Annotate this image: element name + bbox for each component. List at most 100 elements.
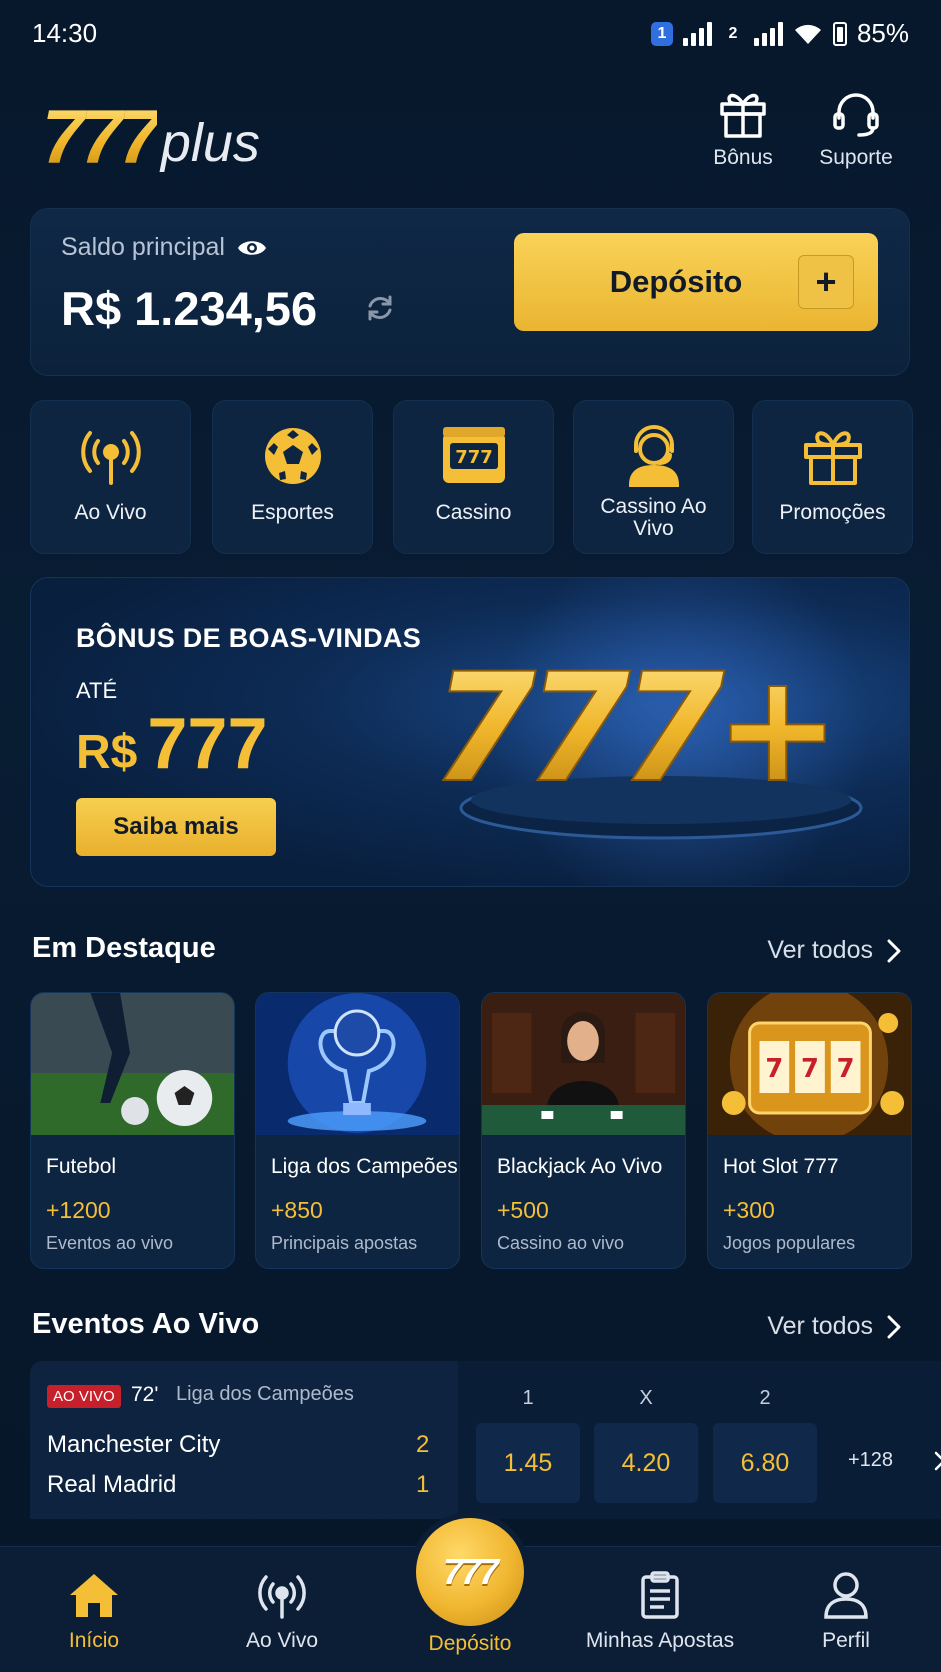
category-label: Promoções bbox=[779, 501, 886, 524]
balance-label-row: Saldo principal bbox=[61, 233, 267, 262]
match-minute: 72' bbox=[131, 1383, 159, 1406]
gift-icon bbox=[803, 431, 862, 485]
eye-icon[interactable] bbox=[237, 238, 267, 258]
banner-title: BÔNUS DE BOAS-VINDAS bbox=[76, 623, 422, 653]
category-ao-vivo[interactable]: Ao Vivo bbox=[30, 400, 191, 554]
featured-sub: Jogos populares bbox=[723, 1233, 856, 1253]
live-event-row[interactable]: AO VIVO 72' Liga dos Campeões Manchester… bbox=[30, 1361, 941, 1519]
featured-card-futebol[interactable]: Futebol +1200 Eventos ao vivo bbox=[30, 992, 235, 1269]
category-cassino-ao-vivo[interactable]: Cassino Ao Vivo bbox=[573, 400, 734, 554]
banner-amount: R$ 777 bbox=[76, 703, 268, 785]
featured-see-all[interactable]: Ver todos bbox=[767, 936, 901, 965]
live-events-title: Eventos Ao Vivo bbox=[32, 1308, 260, 1340]
featured-name: Futebol bbox=[46, 1155, 117, 1178]
banner-art-text: 777+ bbox=[441, 642, 830, 816]
featured-count: +1200 bbox=[46, 1197, 111, 1223]
league-name: Liga dos Campeões bbox=[176, 1383, 354, 1405]
more-markets-button[interactable]: +128 bbox=[848, 1449, 941, 1472]
nav-my-bets[interactable]: Minhas Apostas bbox=[580, 1571, 740, 1653]
category-promocoes[interactable]: Promoções bbox=[752, 400, 913, 554]
clipboard-icon bbox=[641, 1571, 679, 1619]
nav-home[interactable]: Início bbox=[14, 1571, 174, 1653]
home-score: 2 bbox=[416, 1431, 430, 1458]
trophy-image bbox=[256, 993, 459, 1135]
nav-live-label: Ao Vivo bbox=[246, 1629, 318, 1652]
plus-icon: + bbox=[798, 255, 854, 309]
soccer-ball-icon bbox=[264, 428, 321, 484]
broadcast-icon bbox=[80, 431, 141, 485]
welcome-bonus-banner[interactable]: BÔNUS DE BOAS-VINDAS ATÉ R$ 777 Saiba ma… bbox=[30, 577, 910, 887]
category-label: Ao Vivo bbox=[74, 501, 147, 524]
category-label: Cassino Ao Vivo bbox=[600, 495, 707, 540]
see-all-label: Ver todos bbox=[767, 936, 873, 964]
status-time: 14:30 bbox=[32, 18, 98, 48]
odds-header-home: 1 bbox=[522, 1387, 534, 1409]
featured-card-liga[interactable]: Liga dos Campeões +850 Principais aposta… bbox=[255, 992, 460, 1269]
home-icon bbox=[70, 1574, 118, 1617]
odds-header-away: 2 bbox=[759, 1387, 771, 1409]
logo-plus: plus bbox=[160, 113, 260, 173]
featured-sub: Cassino ao vivo bbox=[497, 1233, 625, 1253]
nav-home-label: Início bbox=[68, 1629, 120, 1652]
nav-deposit-button[interactable]: 777 bbox=[416, 1518, 524, 1626]
away-score: 1 bbox=[416, 1471, 430, 1498]
featured-sub: Principais apostas bbox=[271, 1233, 418, 1253]
odds-home-button[interactable]: 1.45 bbox=[476, 1423, 580, 1503]
featured-card-hot-slot[interactable]: 7 7 7 Hot Slot 777 +300 Jogos populares bbox=[707, 992, 912, 1269]
nav-my-bets-label: Minhas Apostas bbox=[585, 1629, 735, 1652]
learn-more-button[interactable]: Saiba mais bbox=[76, 798, 276, 856]
see-all-label: Ver todos bbox=[767, 1312, 873, 1340]
away-team: Real Madrid bbox=[47, 1471, 177, 1498]
headset-icon bbox=[833, 93, 879, 137]
banner-currency: R$ bbox=[76, 726, 138, 779]
svg-text:7: 7 bbox=[801, 1054, 819, 1084]
category-cassino[interactable]: 777 Cassino bbox=[393, 400, 554, 554]
soccer-match-image bbox=[31, 993, 234, 1135]
support-label: Suporte bbox=[819, 146, 893, 169]
live-badge: AO VIVO bbox=[47, 1385, 121, 1408]
balance-card: Saldo principal R$ 1.234,56 Depósito + bbox=[30, 208, 910, 376]
featured-count: +500 bbox=[497, 1197, 549, 1223]
featured-count: +300 bbox=[723, 1197, 775, 1223]
live-events-see-all[interactable]: Ver todos bbox=[767, 1312, 901, 1341]
home-team: Manchester City bbox=[47, 1431, 221, 1458]
slot-machine-icon: 777 bbox=[442, 427, 505, 483]
nav-live[interactable]: Ao Vivo bbox=[202, 1571, 362, 1653]
nav-profile[interactable]: Perfil bbox=[766, 1571, 926, 1653]
odds-away-button[interactable]: 6.80 bbox=[713, 1423, 817, 1503]
category-label: Esportes bbox=[251, 501, 334, 524]
broadcast-icon bbox=[258, 1575, 306, 1619]
deposit-button[interactable]: Depósito + bbox=[514, 233, 878, 331]
status-bar: 14:30 1 2 85% bbox=[0, 0, 941, 68]
logo-777: 777 bbox=[42, 95, 161, 180]
sim2-badge: 2 bbox=[728, 24, 738, 42]
odds-draw-button[interactable]: 4.20 bbox=[594, 1423, 698, 1503]
chevron-right-icon bbox=[887, 1315, 901, 1338]
bonus-button[interactable]: Bônus bbox=[688, 90, 798, 170]
user-icon bbox=[824, 1572, 868, 1619]
chevron-right-icon bbox=[887, 939, 901, 962]
deposit-label: Depósito bbox=[609, 264, 743, 299]
bonus-label: Bônus bbox=[713, 146, 773, 169]
svg-text:7: 7 bbox=[765, 1054, 783, 1084]
featured-name: Blackjack Ao Vivo bbox=[497, 1155, 663, 1178]
dealer-image bbox=[482, 993, 685, 1135]
sim1-badge: 1 bbox=[650, 21, 673, 46]
category-esportes[interactable]: Esportes bbox=[212, 400, 373, 554]
featured-card-blackjack[interactable]: Blackjack Ao Vivo +500 Cassino ao vivo bbox=[481, 992, 686, 1269]
nav-deposit-label: Depósito bbox=[428, 1632, 512, 1655]
featured-name: Hot Slot 777 bbox=[723, 1155, 839, 1178]
battery-percent: 85% bbox=[856, 18, 909, 48]
app-logo[interactable]: 777 plus bbox=[42, 88, 260, 178]
nav-profile-label: Perfil bbox=[822, 1629, 870, 1652]
banner-amount-value: 777 bbox=[147, 704, 268, 784]
chevron-right-icon bbox=[934, 1451, 941, 1471]
signal-icon bbox=[753, 21, 783, 46]
battery-icon bbox=[832, 21, 847, 46]
balance-value: R$ 1.234,56 bbox=[61, 282, 318, 335]
support-button[interactable]: Suporte bbox=[801, 90, 911, 170]
slot-machine-image: 7 7 7 bbox=[708, 993, 911, 1135]
featured-sub: Eventos ao vivo bbox=[46, 1233, 174, 1253]
refresh-icon[interactable] bbox=[365, 293, 395, 323]
odds-header-draw: X bbox=[639, 1387, 653, 1409]
